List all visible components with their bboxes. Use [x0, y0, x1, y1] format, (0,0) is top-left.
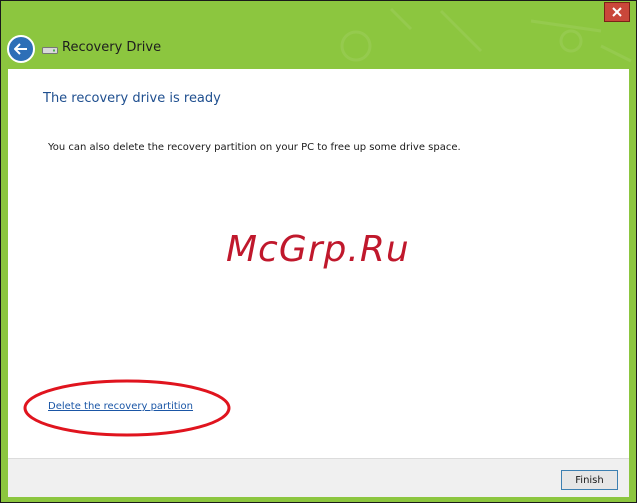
- drive-icon: [42, 47, 58, 54]
- info-text: You can also delete the recovery partiti…: [48, 142, 461, 153]
- finish-button-label: Finish: [575, 474, 604, 486]
- back-button[interactable]: [7, 35, 35, 63]
- watermark: McGrp.Ru: [226, 229, 410, 270]
- page-heading: The recovery drive is ready: [43, 91, 221, 106]
- annotation-ellipse: [23, 379, 231, 437]
- background-decoration: [340, 7, 632, 63]
- finish-button[interactable]: Finish: [561, 470, 618, 490]
- window-title: Recovery Drive: [62, 40, 162, 55]
- close-icon: [612, 7, 622, 17]
- back-arrow-icon: [14, 43, 27, 55]
- close-button[interactable]: [604, 2, 630, 22]
- content-area: The recovery drive is ready You can also…: [8, 69, 629, 458]
- title-bar: Recovery Drive: [1, 1, 636, 69]
- recovery-drive-window: Recovery Drive The recovery drive is rea…: [0, 0, 637, 503]
- footer-bar: Finish: [8, 458, 629, 497]
